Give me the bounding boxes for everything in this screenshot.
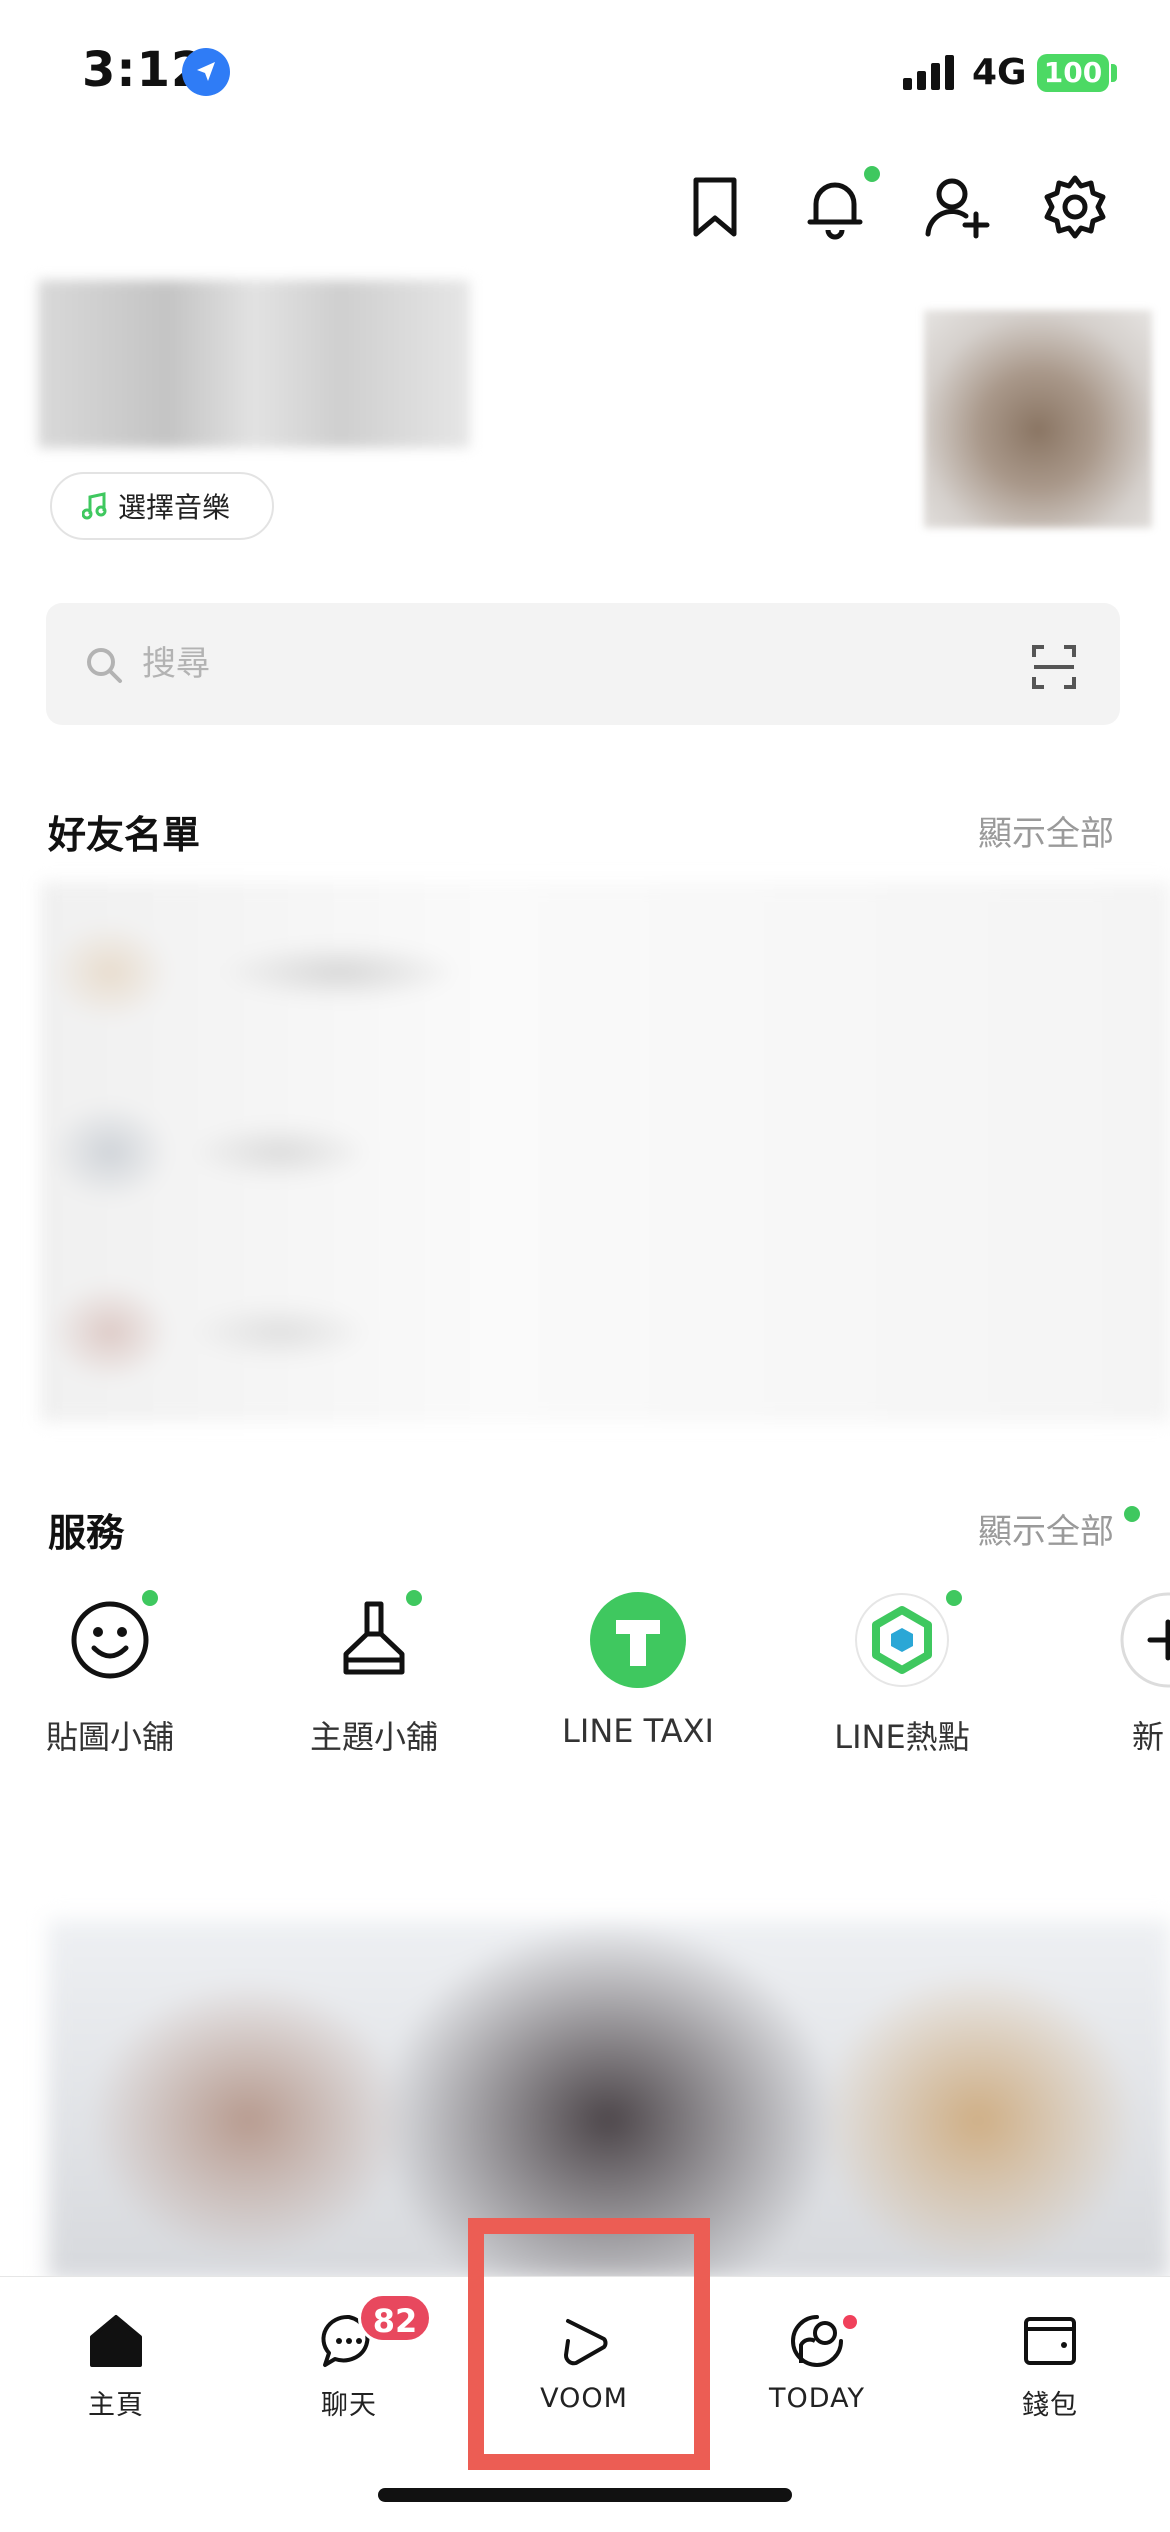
add-friend-icon[interactable] [922, 172, 992, 242]
search-input[interactable] [142, 633, 942, 695]
service-line-hotspot[interactable]: LINE熱點 [782, 1590, 1022, 1760]
battery-tip [1111, 64, 1117, 82]
tab-home[interactable]: 主頁 [26, 2297, 206, 2421]
tab-today[interactable]: TODAY [727, 2297, 907, 2417]
today-new-dot [843, 2315, 857, 2329]
service-theme-shop[interactable]: 主題小舖 [254, 1590, 494, 1760]
service-label: 主題小舖 [309, 1718, 438, 1756]
service-label: LINE TAXI [562, 1712, 714, 1750]
friends-title: 好友名單 [48, 813, 201, 857]
wallet-icon [1020, 2311, 1080, 2371]
service-new-dot [142, 1590, 158, 1606]
music-note-icon [82, 492, 107, 520]
brush-icon [324, 1590, 424, 1690]
home-indicator[interactable] [378, 2488, 792, 2502]
service-label: 新 [1132, 1718, 1165, 1756]
tab-label: 錢包 [1022, 2390, 1078, 2421]
services-title: 服務 [48, 1511, 125, 1555]
services-show-all-link[interactable]: 顯示全部 [978, 1504, 1114, 1553]
select-music-label: 選擇音樂 [118, 491, 231, 524]
hotspot-icon [852, 1590, 952, 1690]
status-bar: 3:12 4G 100 [0, 0, 1170, 150]
service-sticker-shop[interactable]: 貼圖小舖 [0, 1590, 230, 1760]
bell-icon[interactable] [800, 172, 870, 242]
tab-label: 聊天 [321, 2390, 377, 2421]
profile-avatar-blurred[interactable] [924, 310, 1152, 528]
home-icon [86, 2311, 146, 2371]
add-icon [1118, 1590, 1170, 1690]
today-icon [787, 2311, 847, 2371]
service-add-new[interactable]: 新 [1046, 1590, 1170, 1760]
service-line-taxi[interactable]: LINE TAXI [518, 1590, 758, 1760]
bookmark-icon[interactable] [680, 172, 750, 242]
service-label: 貼圖小舖 [45, 1718, 174, 1756]
settings-icon[interactable] [1040, 172, 1110, 242]
voom-highlight-box [468, 2218, 710, 2470]
search-bar[interactable] [46, 603, 1120, 725]
taxi-icon [588, 1590, 688, 1690]
battery-icon: 100 [1037, 54, 1109, 92]
chat-unread-badge: 82 [358, 2293, 432, 2343]
select-music-button[interactable]: 選擇音樂 [50, 472, 274, 540]
tab-label: 主頁 [88, 2390, 144, 2421]
profile-name-blurred[interactable] [38, 280, 470, 448]
services-list: 貼圖小舖 主題小舖 LINE TAXI LINE熱點 新 [0, 1590, 1170, 1760]
qr-scan-icon[interactable] [1032, 645, 1076, 689]
tab-label: TODAY [769, 2383, 865, 2414]
smiley-icon [60, 1590, 160, 1690]
service-new-dot [946, 1590, 962, 1606]
search-icon [84, 645, 124, 685]
signal-icon [903, 55, 954, 90]
tab-wallet[interactable]: 錢包 [960, 2297, 1140, 2421]
friends-show-all-link[interactable]: 顯示全部 [978, 806, 1114, 855]
friends-list-blurred[interactable] [40, 882, 1170, 1422]
network-type: 4G [972, 52, 1027, 93]
service-new-dot [406, 1590, 422, 1606]
notification-dot [864, 166, 880, 182]
service-label: LINE熱點 [834, 1718, 970, 1756]
location-icon [182, 48, 230, 96]
services-new-dot [1124, 1506, 1140, 1522]
